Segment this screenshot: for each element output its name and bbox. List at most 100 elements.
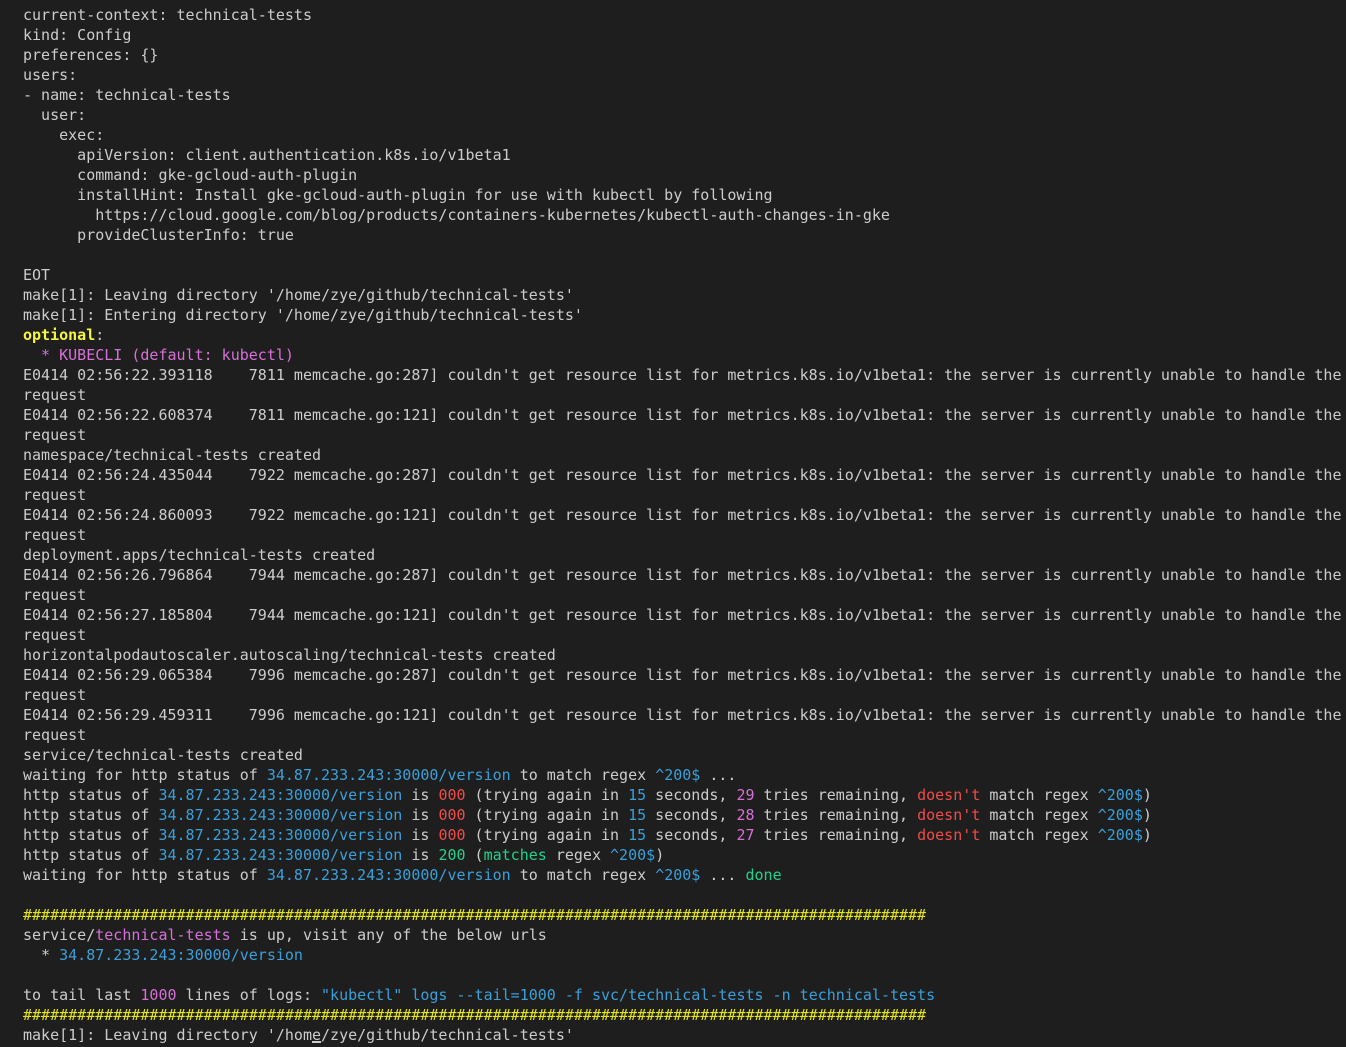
terminal-text-segment: request (23, 586, 87, 604)
terminal-text-segment: is (402, 826, 439, 844)
terminal-text-segment: ) (1142, 806, 1152, 824)
terminal-line: http status of 34.87.233.243:30000/versi… (23, 825, 1346, 845)
terminal-text-segment: exec: (23, 126, 105, 144)
terminal-line: E0414 02:56:29.065384 7996 memcache.go:2… (23, 665, 1346, 685)
terminal-text-segment: command: gke-gcloud-auth-plugin (23, 166, 358, 184)
terminal-text-segment: request (23, 626, 87, 644)
terminal-text-segment: EOT (23, 266, 51, 284)
terminal-text-segment: horizontalpodautoscaler.autoscaling/tech… (23, 646, 556, 664)
terminal-output: name: technical-tests current-context: te… (23, 0, 1346, 1045)
terminal-text-segment: optional (23, 326, 96, 344)
terminal-line: apiVersion: client.authentication.k8s.io… (23, 145, 1346, 165)
terminal-line: request (23, 385, 1346, 405)
terminal-text-segment: preferences: {} (23, 46, 159, 64)
terminal-line: E0414 02:56:24.860093 7922 memcache.go:1… (23, 505, 1346, 525)
terminal-text-segment: seconds, (646, 806, 737, 824)
terminal-text-segment: kind: Config (23, 26, 132, 44)
terminal-line: E0414 02:56:22.393118 7811 memcache.go:2… (23, 365, 1346, 385)
terminal-cursor (312, 1041, 321, 1043)
terminal-text-segment: ^200$ (1097, 786, 1143, 804)
terminal-text-segment: ^200$ (1097, 826, 1143, 844)
terminal-line: request (23, 725, 1346, 745)
terminal-line: E0414 02:56:24.435044 7922 memcache.go:2… (23, 465, 1346, 485)
terminal-line: http status of 34.87.233.243:30000/versi… (23, 845, 1346, 865)
terminal-line: preferences: {} (23, 45, 1346, 65)
terminal-text-segment: 34.87.233.243:30000/version (59, 946, 303, 964)
terminal-text-segment: request (23, 686, 87, 704)
terminal-text-segment: technical-tests (95, 926, 231, 944)
terminal-text-segment: 34.87.233.243:30000/version (158, 806, 403, 824)
terminal-line: E0414 02:56:27.185804 7944 memcache.go:1… (23, 605, 1346, 625)
terminal-line: ########################################… (23, 905, 1346, 925)
terminal-line: http status of 34.87.233.243:30000/versi… (23, 805, 1346, 825)
terminal-text-segment: "kubectl" logs --tail=1000 -f svc/techni… (321, 986, 936, 1004)
terminal-text-segment: current-context: technical-tests (23, 6, 312, 24)
terminal-text-segment: doesn't (917, 826, 981, 844)
terminal-text-segment: matches (483, 846, 547, 864)
terminal-text-segment: user: (23, 106, 87, 124)
terminal-text-segment: http status of (23, 786, 159, 804)
terminal-text-segment: make[1]: Leaving directory '/home/zye/gi… (23, 286, 574, 304)
terminal-text-segment: seconds, (646, 826, 737, 844)
terminal-text-segment: (trying again in (465, 786, 629, 804)
terminal-text-segment: ( (465, 846, 484, 864)
terminal-line: request (23, 485, 1346, 505)
terminal-text-segment: namespace/technical-tests created (23, 446, 322, 464)
terminal-text-segment: 15 (628, 806, 647, 824)
terminal-text-segment: 34.87.233.243:30000/version (158, 826, 403, 844)
terminal-text-segment: tries remaining, (754, 806, 918, 824)
terminal-line: - name: technical-tests (23, 85, 1346, 105)
terminal-window[interactable]: name: technical-tests current-context: te… (0, 0, 1346, 1047)
terminal-text-segment: make[1]: Leaving directory '/home/zye/gi… (23, 1026, 574, 1044)
terminal-text-segment: (trying again in (465, 806, 629, 824)
terminal-line: request (23, 625, 1346, 645)
terminal-text-segment: waiting for http status of (23, 866, 267, 884)
terminal-line: users: (23, 65, 1346, 85)
terminal-text-segment: apiVersion: client.authentication.k8s.io… (23, 146, 511, 164)
terminal-text-segment: is up, visit any of the below urls (230, 926, 547, 944)
terminal-text-segment: service/ (23, 926, 96, 944)
terminal-text-segment: ) (1142, 786, 1152, 804)
terminal-text-segment: lines of logs: (176, 986, 322, 1004)
terminal-line: https://cloud.google.com/blog/products/c… (23, 205, 1346, 225)
terminal-line: E0414 02:56:22.608374 7811 memcache.go:1… (23, 405, 1346, 425)
terminal-text-segment: E0414 02:56:29.065384 7996 memcache.go:2… (23, 666, 1342, 684)
terminal-line: deployment.apps/technical-tests created (23, 545, 1346, 565)
terminal-line: waiting for http status of 34.87.233.243… (23, 865, 1346, 885)
terminal-text-segment: 15 (628, 826, 647, 844)
terminal-text-segment: regex (546, 846, 611, 864)
terminal-line: EOT (23, 265, 1346, 285)
terminal-text-segment: http status of (23, 826, 159, 844)
terminal-text-segment: http status of (23, 806, 159, 824)
terminal-text-segment: request (23, 726, 87, 744)
terminal-text-segment: to tail last (23, 986, 141, 1004)
terminal-text-segment: make[1]: Entering directory '/home/zye/g… (23, 306, 583, 324)
terminal-text-segment: to match regex (510, 766, 656, 784)
terminal-text-segment: 28 (736, 806, 755, 824)
terminal-line: to tail last 1000 lines of logs: "kubect… (23, 985, 1346, 1005)
terminal-text-segment: E0414 02:56:24.860093 7922 memcache.go:1… (23, 506, 1342, 524)
terminal-text-segment: 000 (438, 826, 466, 844)
terminal-text-segment: - name: technical-tests (23, 86, 231, 104)
terminal-text-segment: match regex (980, 826, 1098, 844)
terminal-text-segment: users: (23, 66, 78, 84)
terminal-line: request (23, 585, 1346, 605)
terminal-text-segment: ########################################… (23, 1006, 927, 1024)
terminal-text-segment: ^200$ (655, 866, 701, 884)
terminal-line: ########################################… (23, 1005, 1346, 1025)
terminal-text-segment: to match regex (510, 866, 656, 884)
terminal-line: command: gke-gcloud-auth-plugin (23, 165, 1346, 185)
terminal-text-segment: service/technical-tests created (23, 746, 303, 764)
terminal-text-segment: E0414 02:56:27.185804 7944 memcache.go:1… (23, 606, 1342, 624)
terminal-text-segment: : (95, 326, 105, 344)
terminal-line: make[1]: Leaving directory '/home/zye/gi… (23, 285, 1346, 305)
terminal-line: horizontalpodautoscaler.autoscaling/tech… (23, 645, 1346, 665)
terminal-text-segment: * (23, 946, 60, 964)
terminal-line: http status of 34.87.233.243:30000/versi… (23, 785, 1346, 805)
terminal-text-segment: 000 (438, 786, 466, 804)
terminal-line: installHint: Install gke-gcloud-auth-plu… (23, 185, 1346, 205)
terminal-line: kind: Config (23, 25, 1346, 45)
terminal-text-segment: ^200$ (655, 766, 701, 784)
